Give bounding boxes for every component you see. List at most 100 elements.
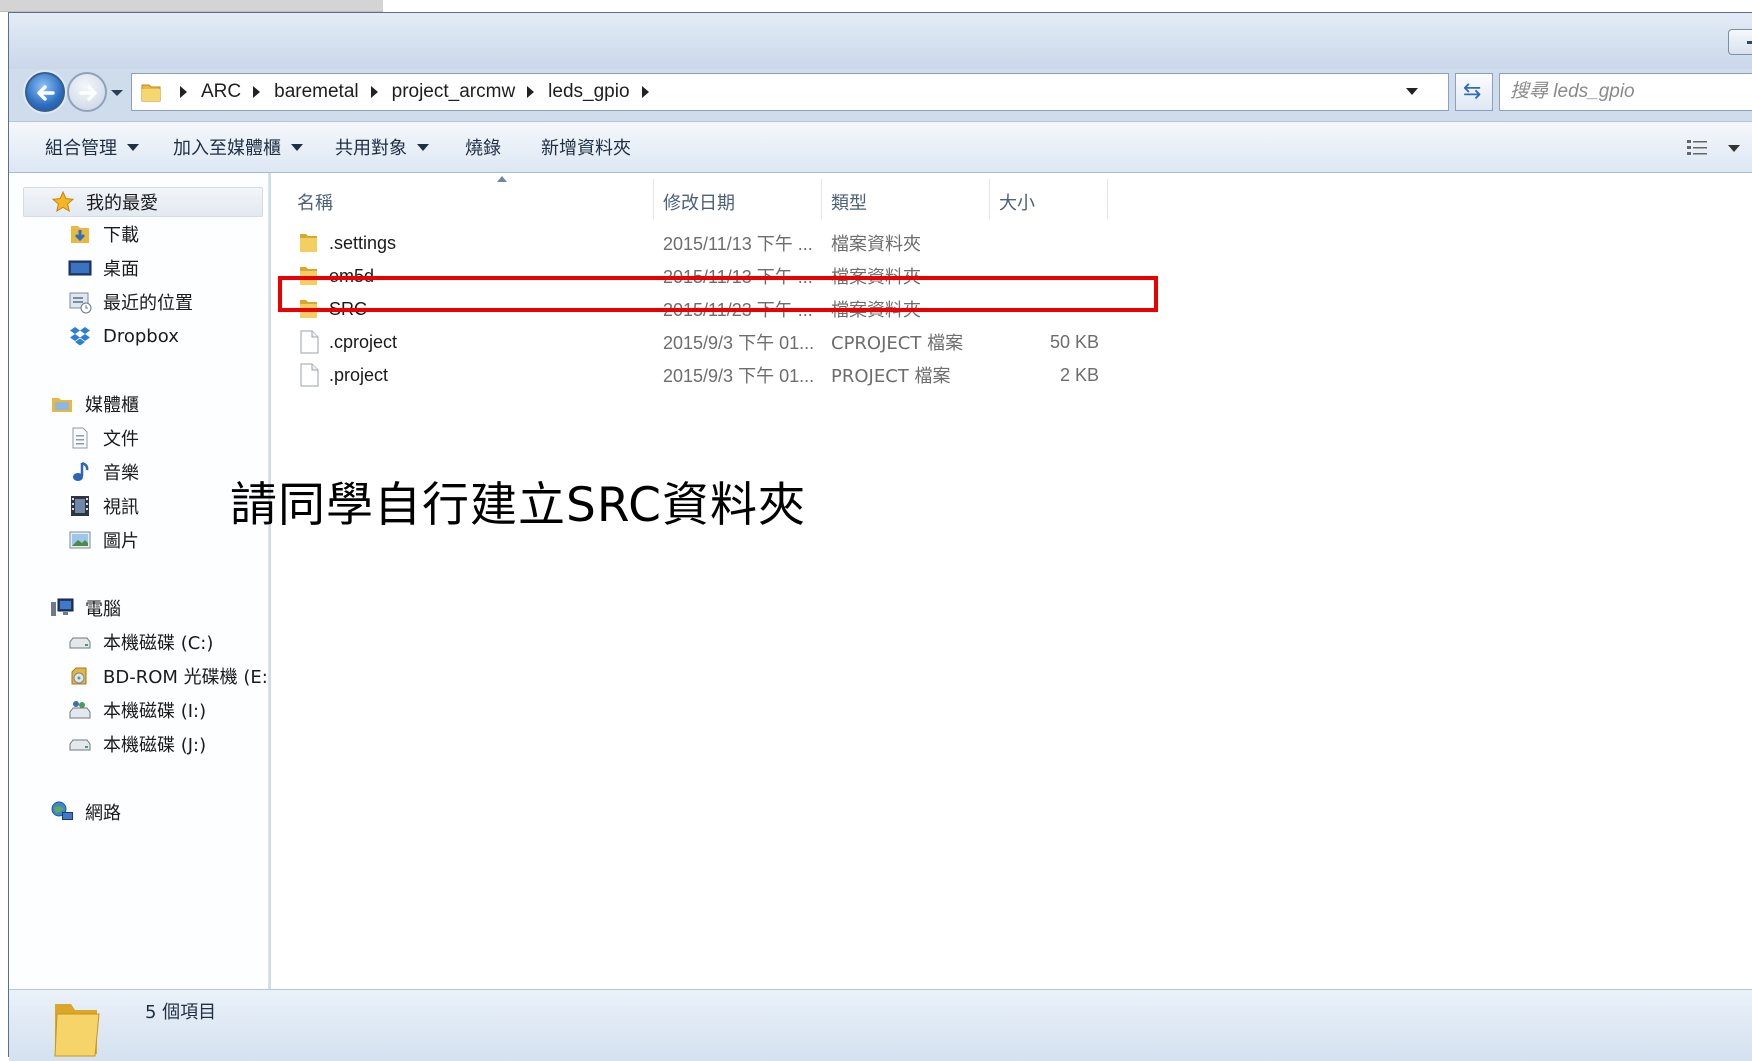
file-date: 2015/9/3 下午 01... [663, 366, 815, 386]
breadcrumb-item-baremetal[interactable]: baremetal [274, 81, 359, 103]
sidebar-item-drive-j[interactable]: 本機磁碟 (J:) [67, 729, 206, 759]
navigation-bar: ARC baremetal project_arcmw leds_gpio ⇆ [9, 69, 1752, 121]
recent-places-icon [67, 290, 93, 314]
sidebar-item-pictures[interactable]: 圖片 [67, 525, 139, 555]
documents-icon [67, 426, 93, 450]
desktop-icon [67, 256, 93, 280]
search-box[interactable] [1499, 73, 1752, 111]
sidebar-item-music[interactable]: 音樂 [67, 457, 139, 487]
sidebar-item-drive-e[interactable]: BD-ROM 光碟機 (E: [67, 661, 268, 691]
file-size: 50 KB [1049, 331, 1099, 352]
folder-icon [54, 1004, 100, 1057]
forward-button[interactable] [67, 72, 107, 112]
refresh-button[interactable]: ⇆ [1455, 73, 1493, 111]
address-bar[interactable]: ARC baremetal project_arcmw leds_gpio [131, 73, 1449, 111]
file-icon [297, 363, 321, 387]
optical-drive-icon [67, 664, 93, 688]
sort-ascending-icon [497, 176, 507, 182]
file-icon [297, 330, 321, 354]
change-view-button[interactable] [1686, 136, 1740, 160]
videos-icon [67, 494, 93, 518]
share-with-button[interactable]: 共用對象 [335, 135, 429, 159]
column-header-type[interactable]: 類型 [831, 187, 867, 217]
file-type: CPROJECT 檔案 [831, 333, 964, 354]
sidebar-item-videos[interactable]: 視訊 [67, 491, 139, 521]
column-header-label: 大小 [999, 193, 1035, 214]
sidebar-item-label: 桌面 [103, 259, 139, 280]
folder-icon [141, 84, 161, 102]
sidebar-item-label: 本機磁碟 (J:) [103, 735, 207, 756]
organize-label: 組合管理 [45, 138, 117, 159]
drive-icon [67, 630, 93, 654]
breadcrumb: ARC baremetal project_arcmw leds_gpio [168, 74, 663, 110]
column-divider[interactable] [653, 179, 654, 219]
sidebar-item-computer[interactable]: 電腦 [49, 593, 121, 623]
new-folder-button[interactable]: 新增資料夾 [541, 135, 631, 159]
background-window-strip [0, 0, 383, 12]
sidebar-item-recent-places[interactable]: 最近的位置 [67, 287, 193, 317]
restore-button[interactable] [1728, 29, 1752, 55]
title-bar [9, 13, 1752, 69]
sidebar-item-label: 下載 [103, 225, 139, 246]
column-header-date[interactable]: 修改日期 [663, 187, 735, 217]
add-to-library-button[interactable]: 加入至媒體櫃 [173, 135, 303, 159]
search-input[interactable] [1510, 80, 1750, 104]
sidebar-item-label: 最近的位置 [103, 293, 193, 314]
breadcrumb-separator-icon[interactable] [641, 86, 649, 98]
sidebar-item-dropbox[interactable]: Dropbox [67, 321, 179, 351]
column-header-name[interactable]: 名稱 [297, 187, 333, 217]
chevron-down-icon [291, 143, 303, 151]
libraries-icon [49, 392, 75, 416]
address-history-chevron-down-icon[interactable] [1406, 88, 1418, 95]
column-header-size[interactable]: 大小 [999, 187, 1035, 217]
sidebar-item-libraries[interactable]: 媒體櫃 [49, 389, 139, 419]
sidebar-item-label: 本機磁碟 (C:) [103, 633, 214, 654]
sidebar-item-label: 圖片 [103, 531, 139, 552]
file-name-cell: .settings [297, 227, 396, 259]
navigation-pane: 我的最愛 下載 桌面 最近的位置 Dropbox 媒體櫃 文件 音樂 視訊 圖片… [9, 173, 269, 989]
recent-pages-chevron-down-icon[interactable] [109, 85, 125, 101]
sidebar-item-favorites[interactable]: 我的最愛 [23, 187, 263, 217]
music-icon [67, 460, 93, 484]
file-row-project[interactable]: .project 2015/9/3 下午 01... PROJECT 檔案 2 … [279, 359, 1099, 391]
column-divider[interactable] [1107, 179, 1108, 219]
sidebar-item-label: Dropbox [103, 325, 179, 347]
breadcrumb-item-leds-gpio[interactable]: leds_gpio [548, 81, 629, 103]
share-with-label: 共用對象 [335, 138, 407, 159]
sidebar-item-desktop[interactable]: 桌面 [67, 253, 139, 283]
organize-button[interactable]: 組合管理 [45, 135, 139, 159]
sidebar-item-documents[interactable]: 文件 [67, 423, 139, 453]
sidebar-item-label: 電腦 [85, 599, 121, 620]
add-to-library-label: 加入至媒體櫃 [173, 138, 281, 159]
folder-icon [297, 231, 321, 255]
sidebar-item-network[interactable]: 網路 [49, 797, 121, 827]
back-button[interactable] [25, 72, 65, 112]
sidebar-item-downloads[interactable]: 下載 [67, 219, 139, 249]
breadcrumb-separator-icon[interactable] [253, 86, 261, 98]
chevron-down-icon [127, 143, 139, 151]
sidebar-item-drive-i[interactable]: 本機磁碟 (I:) [67, 695, 206, 725]
refresh-icon: ⇆ [1463, 79, 1482, 104]
sidebar-item-label: 網路 [85, 803, 121, 824]
breadcrumb-item-arc[interactable]: ARC [201, 81, 241, 103]
item-count: 5 個項目 [145, 1002, 217, 1023]
sidebar-item-label: 我的最愛 [86, 193, 158, 214]
column-divider[interactable] [989, 179, 990, 219]
arrow-right-icon [79, 85, 97, 101]
drive-icon [67, 698, 93, 722]
instruction-annotation: 請同學自行建立SRC資料夾 [230, 478, 806, 533]
sidebar-item-drive-c[interactable]: 本機磁碟 (C:) [67, 627, 213, 657]
breadcrumb-separator-icon[interactable] [527, 86, 535, 98]
burn-button[interactable]: 燒錄 [465, 135, 501, 159]
computer-icon [49, 596, 75, 620]
file-type: 檔案資料夾 [831, 234, 921, 255]
breadcrumb-separator-icon[interactable] [370, 86, 378, 98]
breadcrumb-separator-icon[interactable] [180, 86, 187, 98]
column-header-label: 修改日期 [663, 193, 735, 214]
file-row-cproject[interactable]: .cproject 2015/9/3 下午 01... CPROJECT 檔案 … [279, 326, 1099, 358]
file-row-settings[interactable]: .settings 2015/11/13 下午 ... 檔案資料夾 [279, 227, 1099, 259]
column-divider[interactable] [821, 179, 822, 219]
breadcrumb-item-project-arcmw[interactable]: project_arcmw [392, 81, 516, 103]
details-pane: 5 個項目 [9, 989, 1752, 1061]
sidebar-item-label: 媒體櫃 [85, 395, 139, 416]
